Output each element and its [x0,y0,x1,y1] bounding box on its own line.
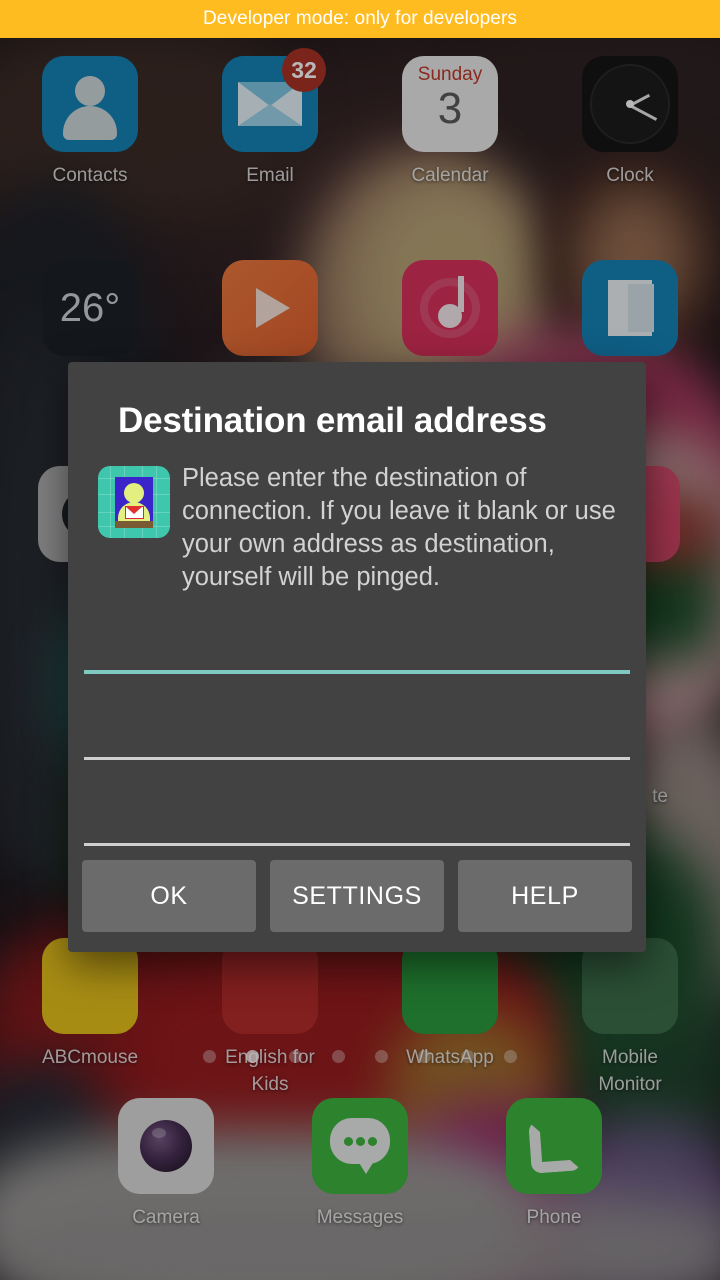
tertiary-field[interactable] [84,760,630,846]
developer-mode-banner: Developer mode: only for developers [0,0,720,38]
ok-button[interactable]: OK [82,860,256,932]
dialog-message: Please enter the destination of connecti… [182,464,616,591]
destination-email-field[interactable] [84,628,630,674]
android-home-screen-with-dialog: Contacts 32 Email Sunday 3 Calendar Cloc… [0,0,720,1280]
field-underline [84,843,630,846]
dialog-button-bar: OK SETTINGS HELP [68,860,646,932]
destination-email-dialog: Destination email address Please enter t… [68,362,646,952]
help-button[interactable]: HELP [458,860,632,932]
settings-button[interactable]: SETTINGS [270,860,444,932]
secondary-field[interactable] [84,674,630,760]
dialog-input-fields [68,628,646,846]
dialog-title: Destination email address [118,401,547,440]
developer-mode-banner-text: Developer mode: only for developers [202,8,517,29]
contacts-mail-app-icon [98,466,170,538]
